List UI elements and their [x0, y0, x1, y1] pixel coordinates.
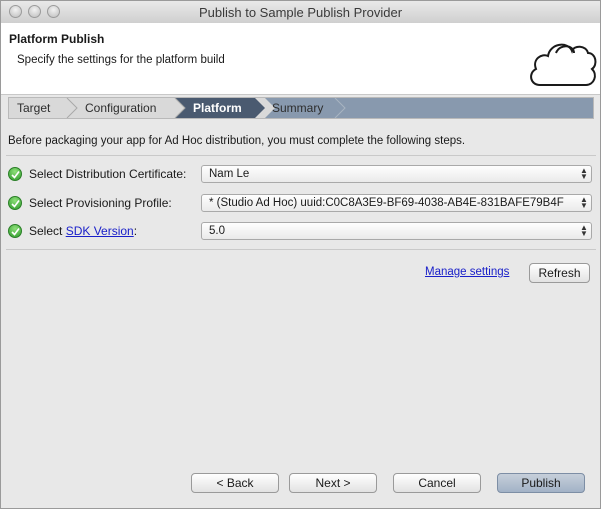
- page-subtitle: Specify the settings for the platform bu…: [17, 54, 225, 66]
- page-title: Platform Publish: [9, 32, 105, 46]
- step-configuration: Configuration: [85, 101, 157, 115]
- provisioning-select[interactable]: * (Studio Ad Hoc) uuid:C0C8A3E9-BF69-403…: [201, 194, 592, 212]
- wizard-steps-breadcrumb: Target Configuration Platform Summary: [8, 97, 594, 119]
- step-summary: Summary: [272, 101, 324, 115]
- instructions-text: Before packaging your app for Ad Hoc dis…: [8, 135, 466, 147]
- cloud-icon: [526, 23, 598, 94]
- check-circle-icon: [8, 167, 22, 181]
- next-button[interactable]: Next >: [289, 473, 377, 493]
- cancel-button[interactable]: Cancel: [393, 473, 481, 493]
- check-circle-icon: [8, 224, 22, 238]
- sdk-label-suffix: :: [133, 224, 138, 238]
- divider: [6, 155, 596, 156]
- check-circle-icon: [8, 196, 22, 210]
- refresh-button[interactable]: Refresh: [529, 263, 590, 283]
- certificate-label: Select Distribution Certificate:: [29, 167, 187, 181]
- divider: [6, 249, 596, 250]
- provisioning-label: Select Provisioning Profile:: [29, 196, 172, 210]
- wizard-header: Platform Publish Specify the settings fo…: [1, 23, 600, 95]
- select-arrows-icon: ▲ ▼: [580, 195, 588, 210]
- publish-button[interactable]: Publish: [497, 473, 585, 493]
- window-title: Publish to Sample Publish Provider: [198, 5, 403, 20]
- back-button[interactable]: < Back: [191, 473, 279, 493]
- title-bar: Publish to Sample Publish Provider: [1, 1, 600, 24]
- sdk-label-prefix: Select: [29, 224, 66, 238]
- certificate-value: Nam Le: [209, 168, 250, 180]
- sdk-version-select[interactable]: 5.0 ▲ ▼: [201, 222, 592, 240]
- dialog-window: Publish to Sample Publish Provider Platf…: [0, 0, 601, 509]
- select-arrows-icon: ▲ ▼: [580, 223, 588, 238]
- certificate-select[interactable]: Nam Le ▲ ▼: [201, 165, 592, 183]
- select-arrows-icon: ▲ ▼: [580, 166, 588, 181]
- provisioning-value: * (Studio Ad Hoc) uuid:C0C8A3E9-BF69-403…: [209, 197, 564, 209]
- sdk-version-link[interactable]: SDK Version: [66, 224, 134, 238]
- manage-settings-link[interactable]: Manage settings: [425, 266, 509, 278]
- step-target: Target: [17, 101, 51, 115]
- step-platform: Platform: [193, 101, 242, 115]
- sdk-label: Select SDK Version:: [29, 224, 137, 238]
- sdk-version-value: 5.0: [209, 225, 225, 237]
